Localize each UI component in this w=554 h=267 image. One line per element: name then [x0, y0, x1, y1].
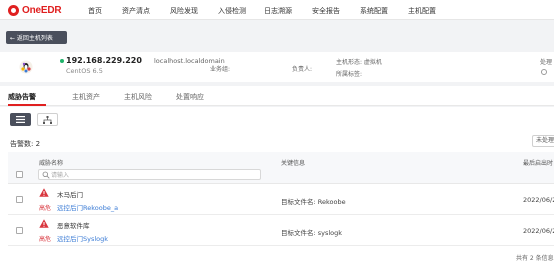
threat-type-link[interactable]: 远控后门Syslogk [57, 233, 108, 243]
nav-item-home[interactable]: 首页 [88, 6, 102, 16]
tab-host-assets[interactable]: 主机资产 [72, 92, 100, 102]
tab-response[interactable]: 处置响应 [176, 92, 204, 102]
back-to-host-list-button[interactable]: ← 返回主机列表 [6, 31, 67, 44]
linux-host-icon [19, 60, 33, 74]
nav-item-risk-discovery[interactable]: 风险发现 [170, 6, 198, 16]
total-count: 共有 2 条信息 [516, 255, 554, 262]
host-form-label: 主机形态: 虚拟机 [336, 59, 382, 66]
threat-name: 木马后门 [57, 191, 83, 199]
logo-text: OneEDR [22, 4, 62, 16]
host-os: CentOS 6.5 [66, 67, 103, 75]
severity-label: 高危 [39, 205, 52, 212]
key-info: 目标文件名: syslogk [281, 229, 343, 237]
select-all-checkbox[interactable] [16, 171, 23, 178]
key-info: 目标文件名: Rekoobe [281, 198, 346, 206]
list-icon [16, 116, 25, 123]
column-last-time: 最后启出时 [523, 160, 554, 167]
nav-item-system-config[interactable]: 系统配置 [360, 6, 388, 16]
edge-process-label: 处理 [540, 59, 553, 66]
top-navigation-bar: OneEDR 首页 资产清点 风险发现 入侵检测 日志溯源 安全报告 系统配置 … [0, 0, 554, 20]
search-icon [42, 171, 50, 179]
nav-item-intrusion-detection[interactable]: 入侵检测 [218, 6, 246, 16]
business-group-label: 业务组: [210, 66, 231, 73]
severity-label: 高危 [39, 236, 52, 243]
list-view-button[interactable] [10, 113, 31, 126]
nav-item-security-report[interactable]: 安全报告 [312, 6, 340, 16]
tree-icon [43, 115, 52, 124]
table-row[interactable]: 高危 恶意软件库 远控后门Syslogk 目标文件名: syslogk 2022… [8, 216, 554, 246]
nav-item-host-config[interactable]: 主机配置 [408, 6, 436, 16]
threat-name-search[interactable] [38, 169, 261, 180]
alert-count: 告警数: 2 [10, 140, 41, 148]
online-status-dot [60, 59, 64, 63]
last-time: 2022/06/2 [523, 196, 554, 204]
alerts-panel: 告警数: 2 未处理 威胁名称 关键信息 最后启出时 高危 木马后门 远控后门R… [0, 107, 554, 267]
warning-icon [39, 188, 49, 197]
host-info-card: 192.168.229.220 localhost.localdomain Ce… [0, 52, 554, 82]
nav-item-log-tracing[interactable]: 日志溯源 [264, 6, 292, 16]
table-row[interactable]: 高危 木马后门 远控后门Rekoobe_a 目标文件名: Rekoobe 202… [8, 185, 554, 215]
last-time: 2022/06/2 [523, 227, 554, 235]
column-key-info: 关键信息 [281, 160, 306, 167]
owner-label: 负责人: [292, 66, 313, 73]
active-tab-indicator [8, 104, 46, 106]
detail-tabs: 威胁告警 主机资产 主机风险 处置响应 [0, 86, 554, 106]
threat-name: 恶意软件库 [57, 222, 90, 230]
logo-mark-icon [8, 4, 19, 16]
nav-item-asset-inventory[interactable]: 资产清点 [122, 6, 150, 16]
column-threat-name: 威胁名称 [39, 160, 64, 167]
status-filter-dropdown[interactable]: 未处理 [532, 135, 554, 147]
back-bar: ← 返回主机列表 [0, 21, 554, 50]
tab-threat-alerts[interactable]: 威胁告警 [8, 92, 36, 102]
row-checkbox[interactable] [16, 227, 23, 234]
app-logo[interactable]: OneEDR [8, 4, 62, 16]
tree-view-button[interactable] [37, 113, 58, 126]
host-ip: 192.168.229.220 [66, 56, 142, 65]
threat-type-link[interactable]: 远控后门Rekoobe_a [57, 202, 118, 212]
warning-icon [39, 219, 49, 228]
search-input[interactable] [51, 171, 251, 179]
tab-host-risks[interactable]: 主机风险 [124, 92, 152, 102]
tag-label: 所属标签: [336, 71, 363, 78]
edge-radio[interactable] [541, 69, 547, 75]
table-header: 威胁名称 关键信息 最后启出时 [8, 152, 554, 184]
row-checkbox[interactable] [16, 196, 23, 203]
